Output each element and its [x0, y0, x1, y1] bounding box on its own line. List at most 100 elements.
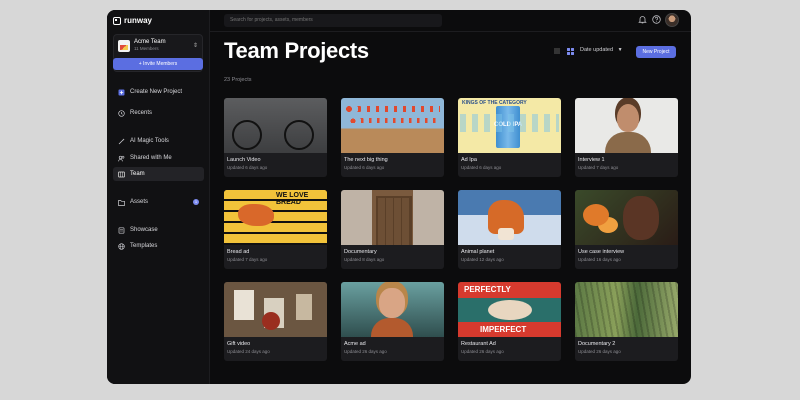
project-card[interactable]: Use case interview Updated 16 days ago	[575, 190, 678, 269]
project-thumbnail	[575, 282, 678, 337]
project-card[interactable]: WE LOVE BREAD Bread ad Updated 7 days ag…	[224, 190, 327, 269]
sidebar-item-label: Team	[130, 171, 145, 177]
sort-dropdown[interactable]: Date updated ▼	[580, 47, 623, 53]
clock-icon	[118, 109, 125, 117]
project-title: Ad Ipa	[461, 157, 477, 163]
sidebar: runway Acme Team 11 Members ⇕ + Invite M…	[107, 10, 210, 384]
thumb-text-ipa-top: KINGS OF THE CATEGORY	[462, 100, 527, 106]
project-title: Restaurant Ad	[461, 341, 496, 347]
search-input[interactable]	[224, 14, 442, 27]
thumb-text-perfect-bottom: IMPERFECT	[480, 325, 527, 334]
sidebar-item-label: Create New Project	[130, 89, 183, 95]
project-title: Launch Video	[227, 157, 261, 163]
page-title: Team Projects	[224, 38, 369, 63]
project-card[interactable]: Animal planet Updated 12 days ago	[458, 190, 561, 269]
project-card[interactable]: Gift video Updated 24 days ago	[224, 282, 327, 361]
project-title: Interview 1	[578, 157, 605, 163]
thumb-text-bread: WE LOVE BREAD	[276, 192, 309, 206]
magic-wand-icon	[118, 138, 125, 145]
project-updated: Updated 24 days ago	[227, 349, 270, 354]
runway-logo-icon	[113, 16, 121, 25]
help-icon[interactable]	[651, 15, 661, 25]
project-card[interactable]: KINGS OF THE CATEGORY COLD IPA Ad Ipa Up…	[458, 98, 561, 177]
top-bar	[210, 10, 691, 32]
sidebar-item-label: Showcase	[130, 227, 158, 233]
project-updated: Updated 16 days ago	[578, 257, 621, 262]
project-title: Documentary 2	[578, 341, 616, 347]
shared-icon	[118, 155, 125, 162]
project-card[interactable]: PERFECTLY IMPERFECT Restaurant Ad Update…	[458, 282, 561, 361]
assets-badge: 1	[193, 199, 199, 205]
runway-logo[interactable]: runway	[113, 16, 152, 25]
new-project-button[interactable]: New Project	[636, 46, 676, 58]
sidebar-item-recents[interactable]: Recents	[113, 106, 204, 120]
project-grid: Launch Video Updated 6 days ago The next…	[224, 98, 678, 361]
team-members: 11 Members	[134, 46, 159, 51]
project-title: Animal planet	[461, 249, 495, 255]
sidebar-item-label: Recents	[130, 110, 153, 116]
project-thumbnail: WE LOVE BREAD	[224, 190, 327, 245]
project-card[interactable]: Documentary 2 Updated 26 days ago	[575, 282, 678, 361]
project-thumbnail	[575, 98, 678, 153]
project-thumbnail	[575, 190, 678, 245]
project-title: Gift video	[227, 341, 251, 347]
thumb-text-perfect-top: PERFECTLY	[464, 285, 511, 294]
project-updated: Updated 12 days ago	[461, 257, 504, 262]
project-updated: Updated 6 days ago	[227, 165, 268, 170]
project-card[interactable]: Acme ad Updated 26 days ago	[341, 282, 444, 361]
caret-down-icon: ▼	[617, 47, 623, 53]
sidebar-item-label: AI Magic Tools	[130, 138, 169, 144]
project-updated: Updated 26 days ago	[461, 349, 504, 354]
sidebar-item-create-new-project[interactable]: Create New Project	[113, 85, 204, 99]
bell-icon[interactable]	[637, 15, 647, 25]
project-updated: Updated 26 days ago	[344, 349, 387, 354]
project-updated: Updated 8 days ago	[344, 257, 385, 262]
folder-icon	[118, 199, 125, 206]
plus-square-icon	[118, 89, 125, 96]
project-thumbnail: KINGS OF THE CATEGORY COLD IPA	[458, 98, 561, 153]
sidebar-item-ai-magic-tools[interactable]: AI Magic Tools	[113, 134, 204, 148]
project-thumbnail	[224, 282, 327, 337]
project-updated: Updated 6 days ago	[461, 165, 502, 170]
project-thumbnail	[341, 190, 444, 245]
sidebar-item-label: Shared with Me	[130, 155, 172, 161]
chevron-updown-icon: ⇕	[192, 43, 198, 49]
grid-view-icon[interactable]	[567, 48, 574, 55]
sidebar-item-label: Assets	[130, 199, 149, 205]
project-updated: Updated 26 days ago	[578, 349, 621, 354]
globe-icon	[118, 242, 125, 250]
project-thumbnail: PERFECTLY IMPERFECT	[458, 282, 561, 337]
thumb-text-ipa-main: COLD IPA	[494, 122, 523, 128]
sort-label: Date updated	[580, 47, 614, 53]
project-thumbnail	[224, 98, 327, 153]
team-avatar	[118, 39, 130, 52]
sidebar-item-team[interactable]: Team	[113, 167, 204, 181]
list-view-icon[interactable]	[553, 47, 561, 55]
project-updated: Updated 7 days ago	[578, 165, 619, 170]
project-thumbnail	[341, 98, 444, 153]
project-title: Bread ad	[227, 249, 250, 255]
sidebar-item-assets[interactable]: Assets 1	[113, 195, 204, 209]
sidebar-item-showcase[interactable]: Showcase	[113, 223, 204, 237]
user-avatar[interactable]	[665, 13, 679, 27]
project-updated: Updated 7 days ago	[227, 257, 268, 262]
project-count: 23 Projects	[224, 77, 252, 83]
project-card[interactable]: Documentary Updated 8 days ago	[341, 190, 444, 269]
invite-members-button[interactable]: + Invite Members	[113, 58, 203, 70]
project-card[interactable]: Interview 1 Updated 7 days ago	[575, 98, 678, 177]
showcase-icon	[118, 226, 125, 234]
project-thumbnail	[341, 282, 444, 337]
project-thumbnail	[458, 190, 561, 245]
project-card[interactable]: Launch Video Updated 6 days ago	[224, 98, 327, 177]
project-title: Use case interview	[578, 249, 625, 255]
sidebar-item-label: Templates	[130, 243, 158, 249]
project-card[interactable]: The next big thing Updated 6 days ago	[341, 98, 444, 177]
logo-text: runway	[124, 16, 153, 25]
project-updated: Updated 6 days ago	[344, 165, 385, 170]
app-window: runway Acme Team 11 Members ⇕ + Invite M…	[107, 10, 691, 384]
project-title: The next big thing	[344, 157, 388, 163]
sidebar-item-shared-with-me[interactable]: Shared with Me	[113, 151, 204, 165]
team-name: Acme Team	[134, 39, 166, 45]
project-title: Documentary	[344, 249, 377, 255]
sidebar-item-templates[interactable]: Templates	[113, 239, 204, 253]
